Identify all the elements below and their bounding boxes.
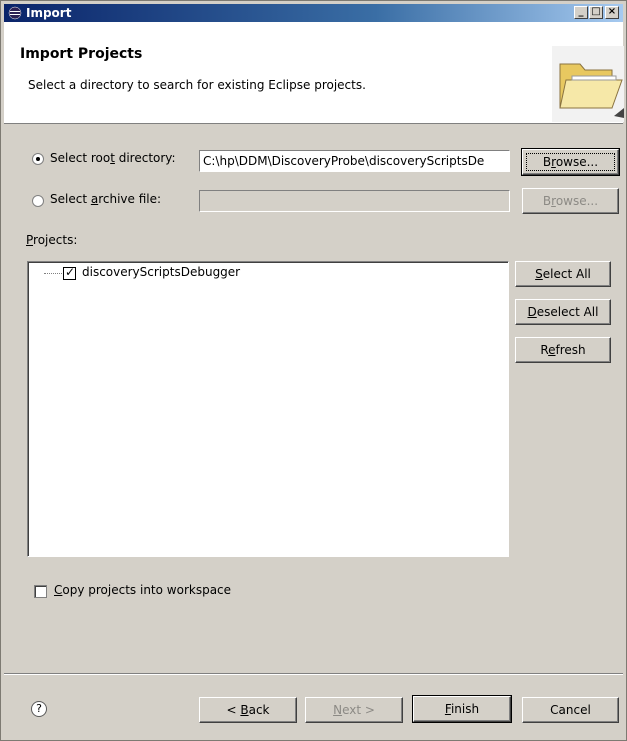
cancel-button[interactable]: Cancel bbox=[522, 697, 619, 723]
next-button[interactable]: Next > bbox=[305, 697, 403, 723]
page-title: Import Projects bbox=[20, 46, 143, 62]
copy-projects-label[interactable]: Copy projects into workspace bbox=[54, 583, 231, 597]
root-directory-input[interactable]: C:\hp\DDM\DiscoveryProbe\discoveryScript… bbox=[199, 150, 510, 172]
projects-label: Projects: bbox=[26, 233, 78, 247]
refresh-button[interactable]: Refresh bbox=[515, 337, 611, 363]
select-archive-file-label[interactable]: Select archive file: bbox=[50, 192, 161, 206]
select-all-button[interactable]: Select All bbox=[515, 261, 611, 287]
header-banner: Import Projects Select a directory to se… bbox=[4, 22, 624, 124]
close-button[interactable]: × bbox=[605, 6, 619, 19]
deselect-all-button[interactable]: Deselect All bbox=[515, 299, 611, 325]
select-archive-file-radio[interactable] bbox=[32, 195, 44, 207]
folder-icon bbox=[552, 46, 624, 122]
check-icon: ✓ bbox=[65, 265, 76, 279]
finish-button[interactable]: Finish bbox=[412, 695, 512, 723]
project-checkbox[interactable]: ✓ bbox=[63, 265, 76, 280]
copy-projects-checkbox[interactable] bbox=[34, 585, 47, 598]
back-button[interactable]: < Back bbox=[199, 697, 297, 723]
browse-archive-file-button[interactable]: Browse... bbox=[522, 188, 619, 214]
select-root-directory-label[interactable]: Select root directory: bbox=[50, 151, 176, 165]
select-root-directory-radio[interactable] bbox=[32, 153, 44, 165]
projects-tree[interactable]: ✓ discoveryScriptsDebugger bbox=[27, 261, 509, 557]
maximize-button[interactable]: □ bbox=[589, 6, 603, 19]
eclipse-icon bbox=[8, 6, 22, 20]
import-dialog: Import _ □ × Import Projects Select a di… bbox=[0, 0, 627, 741]
window-title: Import bbox=[26, 6, 72, 20]
title-bar[interactable]: Import _ □ × bbox=[4, 4, 623, 22]
page-description: Select a directory to search for existin… bbox=[28, 78, 366, 92]
archive-file-input[interactable] bbox=[199, 190, 510, 212]
footer-separator bbox=[4, 673, 623, 675]
help-icon[interactable]: ? bbox=[31, 701, 47, 717]
project-name[interactable]: discoveryScriptsDebugger bbox=[82, 265, 240, 279]
tree-connector bbox=[44, 273, 62, 274]
browse-root-directory-button[interactable]: Browse... bbox=[521, 148, 620, 176]
minimize-button[interactable]: _ bbox=[574, 6, 588, 19]
